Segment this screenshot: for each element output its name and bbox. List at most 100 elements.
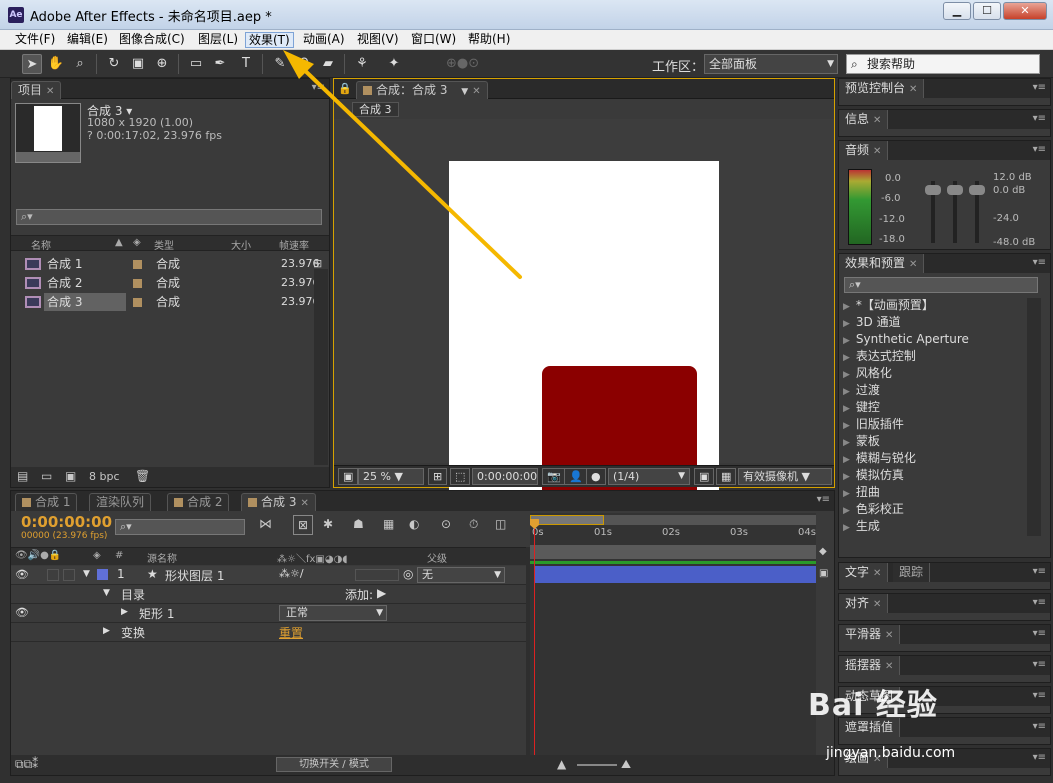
- layer-duration-bar[interactable]: [534, 566, 816, 583]
- menu-layer[interactable]: 图层(L): [195, 32, 241, 48]
- auto-keyframe-icon[interactable]: ⏱: [469, 517, 478, 532]
- time-navigator[interactable]: [530, 515, 816, 525]
- close-icon[interactable]: ✕: [873, 599, 881, 610]
- effect-category[interactable]: ▶ Synthetic Aperture: [843, 331, 969, 348]
- eraser-tool-icon[interactable]: ▰: [318, 54, 338, 74]
- panel-menu-icon[interactable]: ▾≡: [1033, 628, 1046, 639]
- panel-menu-icon[interactable]: ▾≡: [1033, 597, 1046, 608]
- layer-switches[interactable]: ⁂☼/: [279, 567, 304, 580]
- close-icon[interactable]: ✕: [300, 498, 308, 509]
- new-folder-icon[interactable]: ▭: [41, 469, 52, 483]
- close-icon[interactable]: ✕: [46, 86, 54, 97]
- comp-mini-flowchart-icon[interactable]: ⋈: [259, 517, 272, 532]
- zoom-out-icon[interactable]: ▲: [557, 757, 566, 771]
- close-icon[interactable]: ✕: [873, 115, 881, 126]
- timeline-search-input[interactable]: ⌕▾: [115, 519, 245, 535]
- project-item[interactable]: 合成 2 合成 23.976: [11, 274, 320, 292]
- close-icon[interactable]: ✕: [873, 146, 881, 157]
- menu-composition[interactable]: 图像合成(C): [116, 32, 188, 48]
- panel-menu-icon[interactable]: ▾≡: [1033, 257, 1046, 268]
- panel-menu-icon[interactable]: ▾≡: [1033, 566, 1046, 577]
- frame-blending-icon[interactable]: ▦: [383, 517, 394, 531]
- effect-category[interactable]: ▶ 键控: [843, 399, 880, 416]
- transform-row[interactable]: ▶ 变换 重置: [11, 623, 534, 642]
- close-icon[interactable]: ✕: [472, 86, 480, 97]
- toggle-switches-modes-button[interactable]: 切换开关 / 模式: [276, 757, 392, 772]
- work-area-bar[interactable]: [530, 545, 816, 559]
- collapse-triangle-icon[interactable]: ▼: [103, 588, 110, 598]
- spiral-icon[interactable]: ◎: [403, 567, 413, 581]
- mask-visibility-icon[interactable]: ⬚: [450, 468, 471, 485]
- rectangle-tool-icon[interactable]: ▭: [186, 54, 206, 74]
- rectangle-row[interactable]: 👁 ▶ 矩形 1 正常 ▼: [11, 604, 534, 623]
- project-scrollbar[interactable]: [314, 269, 328, 465]
- tab-info[interactable]: 信息 ✕: [839, 110, 889, 129]
- expand-triangle-icon[interactable]: ▶: [103, 626, 110, 636]
- comp-flow-tab[interactable]: 合成 3: [352, 102, 399, 117]
- tab-character[interactable]: 文字 ✕: [839, 563, 889, 582]
- audio-slider-right[interactable]: [969, 185, 985, 195]
- layer-label-color[interactable]: [97, 569, 108, 580]
- menu-edit[interactable]: 编辑(E): [64, 32, 111, 48]
- layer-row[interactable]: 👁 ▼ 1 ★ 形状图层 1 ⁂☼/ ◎ 无 ▼: [11, 566, 534, 585]
- axis-mode-icon[interactable]: ⊕●⊙: [446, 54, 479, 74]
- always-preview-icon[interactable]: ▣: [338, 468, 359, 485]
- live-update-icon[interactable]: ⊠: [293, 515, 313, 535]
- panel-menu-icon[interactable]: ▾≡: [817, 494, 830, 505]
- switches-icon[interactable]: ⁂☼＼fx▣◕◑◖: [277, 550, 348, 565]
- menu-view[interactable]: 视图(V): [354, 32, 402, 48]
- tab-comp-1[interactable]: 合成 1: [15, 493, 78, 511]
- zoom-dropdown[interactable]: 25 % ▼: [358, 468, 424, 485]
- new-comp-icon[interactable]: ▣: [65, 469, 76, 483]
- brainstorm-icon[interactable]: ⊙: [441, 517, 451, 531]
- tab-render-queue[interactable]: 渲染队列: [89, 493, 152, 511]
- audio-slider-left[interactable]: [925, 185, 941, 195]
- panel-menu-icon[interactable]: ▾≡: [1033, 659, 1046, 670]
- effect-category[interactable]: ▶ 模糊与锐化: [843, 450, 916, 467]
- camera-dropdown[interactable]: 有效摄像机 ▼: [738, 468, 832, 485]
- tab-effects-presets[interactable]: 效果和预置 ✕: [839, 254, 925, 273]
- contents-row[interactable]: ▼ 目录 添加: ▶: [11, 585, 534, 604]
- maximize-button[interactable]: ☐: [973, 2, 1001, 20]
- tab-wiggler[interactable]: 摇摆器 ✕: [839, 656, 901, 675]
- sort-icon[interactable]: ▲: [115, 237, 123, 248]
- layer-name[interactable]: 形状图层 1: [165, 567, 224, 584]
- panel-menu-icon[interactable]: ▾≡: [1033, 82, 1046, 93]
- lock-checkbox[interactable]: [63, 569, 75, 581]
- pen-tool-icon[interactable]: ✒: [210, 54, 230, 74]
- eye-icon[interactable]: 👁: [15, 568, 29, 581]
- project-item[interactable]: 合成 3 合成 23.976: [11, 293, 320, 311]
- zoom-tool-icon[interactable]: ⌕: [70, 54, 90, 74]
- draft-3d-icon[interactable]: ✱: [323, 517, 333, 531]
- layer-mode-switches[interactable]: [355, 569, 399, 581]
- layer-switches-toggle-icon[interactable]: ⧉⧉⁑: [15, 757, 38, 772]
- panel-menu-icon[interactable]: ▾≡: [1033, 690, 1046, 701]
- tab-composition[interactable]: 合成：合成 3 ▼ ✕: [356, 81, 488, 99]
- help-search-input[interactable]: ⌕ 搜索帮助: [846, 54, 1040, 74]
- timeline-hscrollbar[interactable]: [639, 758, 809, 772]
- pan-behind-tool-icon[interactable]: ⊕: [152, 54, 172, 74]
- expand-triangle-icon[interactable]: ▶: [121, 607, 128, 617]
- panel-menu-icon[interactable]: ▾≡: [1033, 752, 1046, 763]
- comp-button-icon[interactable]: ◆: [819, 546, 827, 557]
- close-icon[interactable]: ✕: [909, 259, 917, 270]
- comp-viewport[interactable]: [334, 119, 834, 501]
- motion-blur-icon[interactable]: ◐: [409, 517, 419, 531]
- blend-mode-dropdown[interactable]: 正常 ▼: [279, 605, 387, 621]
- selection-tool-icon[interactable]: ➤: [22, 54, 42, 74]
- av-features-icon[interactable]: 👁🔊●🔒: [15, 550, 61, 561]
- col-size[interactable]: 大小: [231, 237, 251, 252]
- trash-icon[interactable]: 🗑: [135, 469, 150, 483]
- close-icon[interactable]: ✕: [885, 661, 893, 672]
- text-tool-icon[interactable]: T: [236, 54, 256, 74]
- effect-category[interactable]: ▶ 扭曲: [843, 484, 880, 501]
- effects-search-input[interactable]: ⌕▾: [844, 277, 1038, 293]
- effect-category[interactable]: ▶ 生成: [843, 518, 880, 535]
- tab-audio[interactable]: 音频 ✕: [839, 141, 889, 160]
- current-time-display[interactable]: 0:00:00:00: [21, 513, 112, 531]
- effect-category[interactable]: ▶ *【动画预置】: [843, 297, 934, 314]
- add-menu-icon[interactable]: ▶: [377, 586, 386, 600]
- current-time-field[interactable]: 0:00:00:00: [472, 468, 538, 485]
- close-icon[interactable]: ✕: [873, 568, 881, 579]
- interpret-footage-icon[interactable]: ▤: [17, 469, 28, 483]
